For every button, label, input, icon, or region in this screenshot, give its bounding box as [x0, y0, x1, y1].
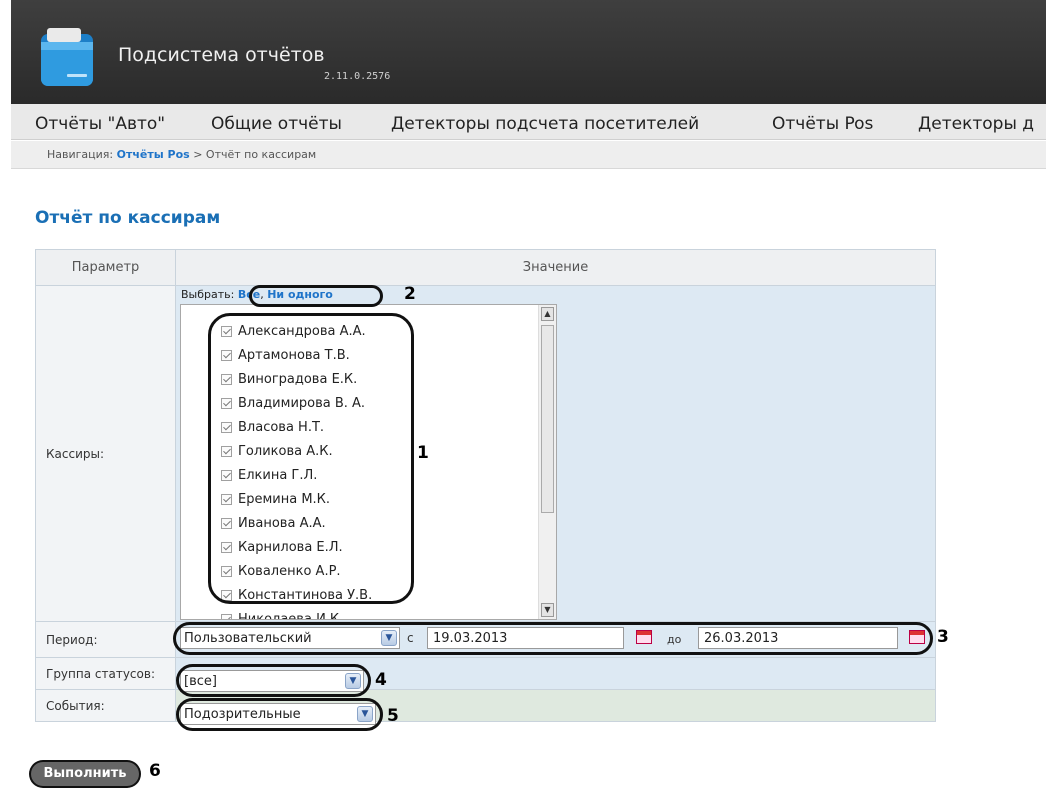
- header-value: Значение: [175, 249, 936, 286]
- period-label: Период:: [35, 621, 176, 658]
- checkbox[interactable]: [221, 613, 232, 619]
- period-to-input[interactable]: 26.03.2013: [698, 627, 898, 649]
- menu-item-detectors[interactable]: Детекторы д: [918, 114, 1034, 134]
- run-button-label: Выполнить: [31, 762, 139, 786]
- list-item[interactable]: Виноградова Е.К.: [221, 367, 372, 391]
- app-title: Подсистема отчётов: [118, 44, 325, 66]
- breadcrumb-separator: >: [193, 148, 203, 161]
- chevron-down-icon: ▼: [357, 706, 373, 722]
- breadcrumb-current: Отчёт по кассирам: [205, 148, 317, 161]
- checkbox[interactable]: [221, 373, 232, 385]
- cashiers-listbox[interactable]: Александрова А.А. Артамонова Т.В. Виногр…: [180, 304, 557, 620]
- events-select[interactable]: Подозрительные ▼: [180, 703, 376, 725]
- list-item[interactable]: Артамонова Т.В.: [221, 343, 372, 367]
- pick-label: Выбрать:: [181, 288, 235, 301]
- checkbox[interactable]: [221, 349, 232, 361]
- list-item-label: Еремина М.К.: [238, 491, 331, 507]
- select-none-link[interactable]: Ни одного: [267, 288, 333, 301]
- list-item[interactable]: Александрова А.А.: [221, 319, 372, 343]
- breadcrumb: Навигация: Отчёты Pos > Отчёт по кассира…: [11, 141, 1046, 169]
- status-group-label: Группа статусов:: [35, 657, 176, 690]
- menu-item-general-reports[interactable]: Общие отчёты: [211, 114, 342, 134]
- calendar-icon[interactable]: [909, 630, 925, 644]
- list-item-label: Владимирова В. А.: [238, 395, 366, 411]
- list-item-label: Иванова А.А.: [238, 515, 326, 531]
- callout-number-3: 3: [937, 627, 949, 647]
- list-item[interactable]: Константинова У.В.: [221, 583, 372, 607]
- list-item[interactable]: Николаева И.К.: [221, 607, 372, 620]
- list-item-label: Константинова У.В.: [238, 587, 373, 603]
- folder-icon: [41, 28, 93, 86]
- callout-number-6: 6: [149, 761, 161, 781]
- chevron-down-icon: ▼: [345, 673, 361, 689]
- checkbox[interactable]: [221, 541, 232, 553]
- list-item-label: Власова Н.Т.: [238, 419, 325, 435]
- list-item[interactable]: Карнилова Е.Л.: [221, 535, 372, 559]
- checkbox[interactable]: [221, 325, 232, 337]
- list-item[interactable]: Голикова А.К.: [221, 439, 372, 463]
- app-version: 2.11.0.2576: [324, 71, 391, 82]
- page-title: Отчёт по кассирам: [35, 208, 221, 228]
- period-select-value: Пользовательский: [184, 631, 312, 646]
- list-item[interactable]: Иванова А.А.: [221, 511, 372, 535]
- list-item[interactable]: Еремина М.К.: [221, 487, 372, 511]
- listbox-scrollbar[interactable]: ▲ ▼: [538, 305, 556, 619]
- callout-number-4: 4: [375, 670, 387, 690]
- header-param: Параметр: [35, 249, 176, 286]
- list-item[interactable]: Елкина Г.Л.: [221, 463, 372, 487]
- list-item-label: Коваленко А.Р.: [238, 563, 341, 579]
- callout-number-5: 5: [387, 706, 399, 726]
- checkbox[interactable]: [221, 517, 232, 529]
- list-item[interactable]: Владимирова В. А.: [221, 391, 372, 415]
- main-menu: Отчёты "Авто" Общие отчёты Детекторы под…: [11, 104, 1046, 140]
- breadcrumb-prefix: Навигация:: [47, 148, 114, 161]
- period-to-label: до: [667, 633, 682, 646]
- menu-item-visitor-counters[interactable]: Детекторы подсчета посетителей: [391, 114, 699, 134]
- period-select[interactable]: Пользовательский ▼: [180, 627, 400, 649]
- chevron-down-icon: ▼: [381, 630, 397, 646]
- checkbox[interactable]: [221, 565, 232, 577]
- app-header: Подсистема отчётов 2.11.0.2576: [11, 0, 1046, 104]
- list-item-label: Николаева И.К.: [238, 611, 344, 620]
- list-item[interactable]: Власова Н.Т.: [221, 415, 372, 439]
- checkbox[interactable]: [221, 445, 232, 457]
- run-button[interactable]: Выполнить: [29, 760, 141, 788]
- checkbox[interactable]: [221, 589, 232, 601]
- checkbox[interactable]: [221, 421, 232, 433]
- callout-number-1: 1: [417, 443, 429, 463]
- menu-item-auto-reports[interactable]: Отчёты "Авто": [35, 114, 165, 134]
- list-item-label: Елкина Г.Л.: [238, 467, 318, 483]
- period-from-input[interactable]: 19.03.2013: [427, 627, 624, 649]
- cashiers-label: Кассиры:: [35, 285, 176, 622]
- checkbox[interactable]: [221, 493, 232, 505]
- scroll-down-arrow-icon[interactable]: ▼: [541, 603, 554, 617]
- events-label: События:: [35, 689, 176, 722]
- callout-number-2: 2: [404, 284, 416, 304]
- scroll-thumb[interactable]: [541, 325, 554, 513]
- select-all-link[interactable]: Все: [238, 288, 260, 301]
- status-group-select-value: [все]: [184, 674, 217, 689]
- list-item-label: Александрова А.А.: [238, 323, 366, 339]
- pick-row: Выбрать: Все, Ни одного: [181, 288, 333, 301]
- list-item-label: Артамонова Т.В.: [238, 347, 350, 363]
- checkbox[interactable]: [221, 397, 232, 409]
- menu-item-pos-reports[interactable]: Отчёты Pos: [772, 114, 873, 134]
- pick-separator: ,: [260, 288, 264, 301]
- period-from-label: с: [407, 631, 414, 645]
- checkbox[interactable]: [221, 469, 232, 481]
- calendar-icon[interactable]: [636, 630, 652, 644]
- status-group-select[interactable]: [все] ▼: [180, 670, 364, 692]
- scroll-up-arrow-icon[interactable]: ▲: [541, 307, 554, 321]
- list-item-label: Карнилова Е.Л.: [238, 539, 343, 555]
- events-select-value: Подозрительные: [184, 707, 301, 722]
- list-item-label: Голикова А.К.: [238, 443, 333, 459]
- left-margin: [0, 0, 11, 200]
- breadcrumb-link-pos[interactable]: Отчёты Pos: [117, 148, 190, 161]
- list-item[interactable]: Коваленко А.Р.: [221, 559, 372, 583]
- list-item-label: Виноградова Е.К.: [238, 371, 358, 387]
